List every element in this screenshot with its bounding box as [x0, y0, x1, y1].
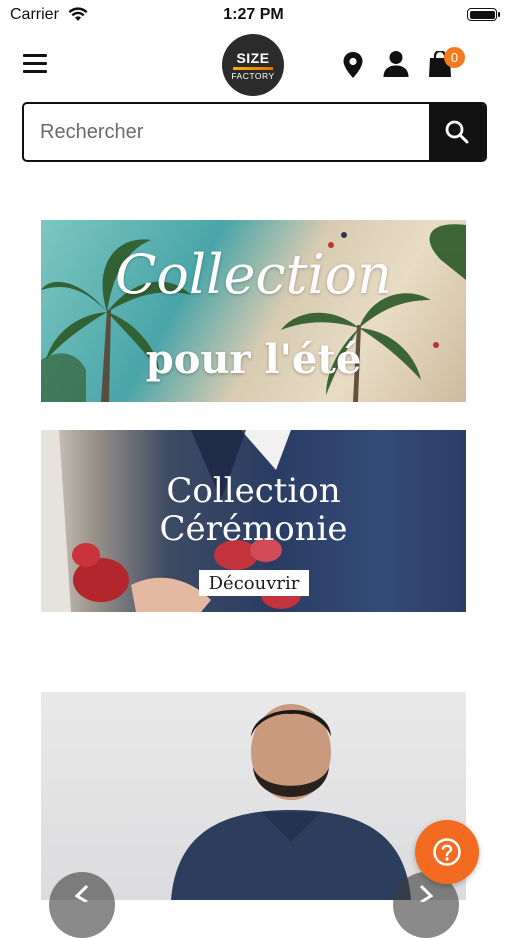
battery-icon: [467, 8, 500, 21]
carousel-prev-button[interactable]: [49, 872, 115, 938]
menu-button[interactable]: [23, 54, 47, 74]
question-icon: [433, 838, 461, 866]
search-icon: [445, 120, 469, 144]
search-button[interactable]: [429, 104, 485, 160]
summer-collection-banner[interactable]: Collection pour l'été: [41, 220, 466, 402]
summer-banner-subtitle: pour l'été: [145, 336, 362, 383]
brand-logo[interactable]: SIZE FACTORY: [222, 34, 284, 96]
search-input[interactable]: [24, 104, 429, 160]
clock: 1:27 PM: [223, 6, 284, 23]
search-bar: [22, 102, 487, 162]
discover-button[interactable]: Découvrir: [199, 570, 309, 596]
status-bar: Carrier 1:27 PM: [0, 0, 507, 30]
ceremony-title-line1: Collection: [166, 471, 341, 511]
ceremony-collection-banner[interactable]: Collection Cérémonie Découvrir: [41, 430, 466, 612]
product-hero-image[interactable]: [41, 692, 466, 900]
cart-count-badge: 0: [444, 47, 465, 68]
ceremony-title-line2: Cérémonie: [159, 509, 348, 549]
logo-text-size: SIZE: [236, 50, 270, 66]
summer-banner-title: Collection: [115, 243, 392, 306]
location-pin-icon[interactable]: [343, 52, 363, 78]
ceremony-banner-title: Collection Cérémonie: [41, 472, 466, 548]
help-button[interactable]: [415, 820, 479, 884]
logo-text-factory: FACTORY: [231, 71, 275, 81]
chevron-left-icon: [74, 884, 89, 904]
menu-icon: [23, 54, 47, 57]
model-photo: [171, 704, 411, 900]
user-icon[interactable]: [383, 50, 409, 77]
